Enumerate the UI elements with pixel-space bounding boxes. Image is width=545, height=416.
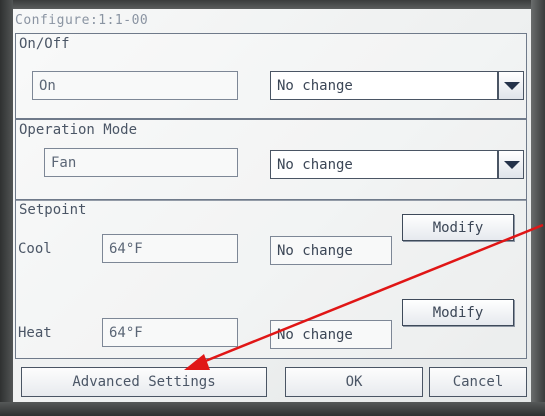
touch-screen: Configure:1:1-00 On/Off On No change Ope… bbox=[13, 9, 531, 402]
chevron-down-icon bbox=[504, 161, 520, 169]
ok-button[interactable]: OK bbox=[285, 367, 423, 397]
screen-bezel-top bbox=[0, 0, 545, 9]
heat-new-value: No change bbox=[270, 320, 392, 349]
heat-current-value: 64°F bbox=[102, 318, 238, 347]
screen-bezel-bottom bbox=[0, 402, 545, 416]
on-off-label: On/Off bbox=[19, 36, 70, 52]
operation-mode-label: Operation Mode bbox=[19, 122, 138, 138]
chevron-down-icon bbox=[504, 82, 520, 90]
operation-mode-group: Operation Mode Fan No change bbox=[15, 119, 527, 201]
setpoint-label: Setpoint bbox=[19, 202, 87, 218]
operation-mode-select[interactable]: No change bbox=[270, 150, 498, 179]
on-off-group: On/Off On No change bbox=[15, 33, 527, 119]
cancel-button[interactable]: Cancel bbox=[429, 367, 527, 397]
on-off-select[interactable]: No change bbox=[270, 71, 498, 100]
screen-bezel-left bbox=[0, 0, 13, 416]
cool-current-value: 64°F bbox=[102, 234, 238, 263]
cool-modify-button[interactable]: Modify bbox=[402, 214, 514, 241]
operation-mode-current-value: Fan bbox=[44, 148, 238, 177]
setpoint-group: Setpoint Cool 64°F No change Modify Heat… bbox=[15, 199, 527, 359]
heat-modify-button[interactable]: Modify bbox=[402, 299, 514, 326]
on-off-dropdown-button[interactable] bbox=[498, 71, 524, 100]
advanced-settings-button[interactable]: Advanced Settings bbox=[21, 367, 267, 397]
on-off-current-value: On bbox=[32, 71, 238, 100]
screen-bezel-right bbox=[531, 0, 545, 416]
heat-label: Heat bbox=[18, 325, 52, 341]
page-title: Configure:1:1-00 bbox=[15, 13, 149, 28]
cool-new-value: No change bbox=[270, 236, 392, 265]
operation-mode-dropdown-button[interactable] bbox=[498, 150, 524, 179]
cool-label: Cool bbox=[18, 241, 52, 257]
